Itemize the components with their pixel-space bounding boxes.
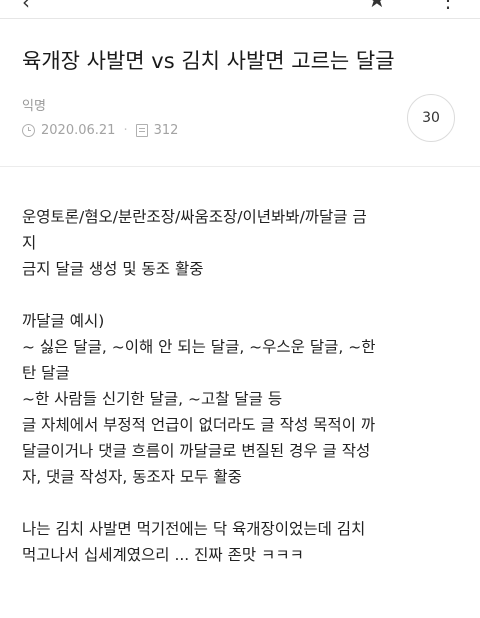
comment-count: 30	[422, 110, 440, 126]
star-icon[interactable]: ★	[367, 0, 387, 13]
back-arrow-icon[interactable]: ‹	[22, 0, 30, 14]
divider	[0, 166, 480, 167]
body-line: 먹고나서 십세계였으리 ... 진짜 존맛 ㅋㅋㅋ	[22, 546, 304, 564]
more-icon[interactable]: ⋮	[438, 0, 458, 12]
body-line: 자, 댓글 작성자, 동조자 모두 활중	[22, 468, 242, 486]
body-line: 글 자체에서 부정적 언급이 없더라도 글 작성 목적이 까	[22, 416, 376, 434]
body-line	[22, 490, 462, 516]
body-line: 탄 달글	[22, 364, 70, 382]
post-meta: 2020.06.21 · 312	[22, 121, 178, 139]
body-line: 금지 달글 생성 및 동조 활중	[22, 260, 204, 278]
top-navigation-bar: ‹ ★ ⋮	[0, 0, 480, 19]
body-line	[22, 282, 462, 308]
body-line: ~ 싫은 달글, ~이해 안 되는 달글, ~우스운 달글, ~한	[22, 338, 376, 356]
body-line: 운영토론/혐오/분란조장/싸움조장/이년봐봐/까달글 금	[22, 208, 367, 226]
body-line: 지	[22, 234, 37, 252]
clock-icon	[22, 123, 35, 137]
view-count: 312	[153, 122, 179, 138]
separator-dot: ·	[123, 122, 128, 138]
views-icon	[135, 123, 148, 137]
comment-count-button[interactable]: 30	[407, 94, 455, 142]
body-line: 달글이거나 댓글 흐름이 까달글로 변질된 경우 글 작성	[22, 442, 371, 460]
author-name: 익명	[22, 99, 46, 114]
body-line: 까달글 예시)	[22, 312, 105, 330]
post-title: 육개장 사발면 vs 김치 사발면 고르는 달글	[22, 49, 395, 73]
post-body: 운영토론/혐오/분란조장/싸움조장/이년봐봐/까달글 금 지 금지 달글 생성 …	[22, 204, 462, 568]
post-date: 2020.06.21	[41, 122, 116, 138]
body-line: ~한 사람들 신기한 달글, ~고찰 달글 등	[22, 390, 283, 408]
body-line: 나는 김치 사발면 먹기전에는 닥 육개장이었는데 김치	[22, 520, 366, 538]
